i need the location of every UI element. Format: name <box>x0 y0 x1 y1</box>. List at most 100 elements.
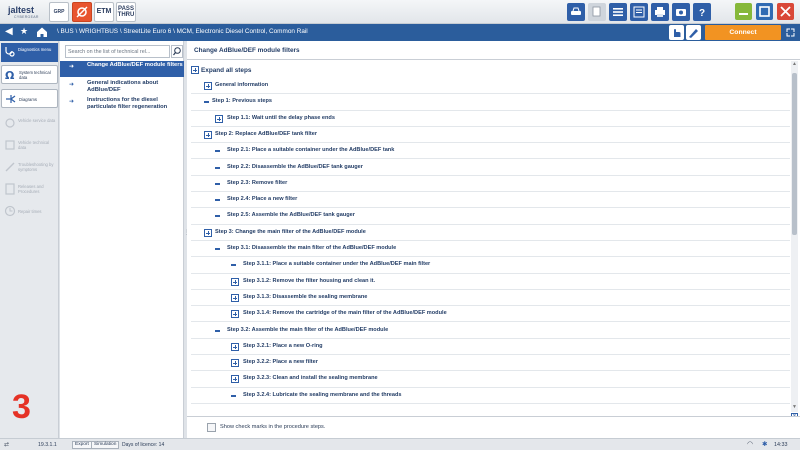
rail-item-vehicle-service-data: Vehicle service data <box>1 114 58 133</box>
expand-plus-icon[interactable] <box>231 293 239 302</box>
step-label: Step 1.1: Wait until the delay phase end… <box>227 114 335 121</box>
collapse-dash-icon[interactable] <box>215 182 220 185</box>
document-item[interactable]: ➜ General indications about AdBlue/DEF <box>60 79 184 95</box>
procedure-step[interactable]: General information <box>191 78 790 95</box>
home-icon[interactable] <box>36 26 48 40</box>
expand-plus-icon[interactable] <box>231 359 239 368</box>
procedure-step[interactable]: Step 3.2.3: Clean and install the sealin… <box>191 371 790 388</box>
jaltest-logo: jaltest CYBERGEAR <box>4 3 46 21</box>
search-input[interactable] <box>68 47 168 57</box>
procedure-step[interactable]: Step 1.1: Wait until the delay phase end… <box>191 111 790 127</box>
step-label: Step 3.1.2: Remove the filter housing an… <box>243 277 376 284</box>
expand-plus-icon[interactable] <box>231 277 239 286</box>
document-item[interactable]: ➜ Change AdBlue/DEF module filters <box>60 61 184 77</box>
wrench-icon <box>76 6 88 18</box>
procedure-step[interactable]: Step 2.1: Place a suitable container und… <box>191 143 790 160</box>
collapse-dash-icon[interactable] <box>204 101 209 104</box>
procedure-step[interactable]: Step 3.1.1: Place a suitable container u… <box>191 257 790 274</box>
logo-subtext: CYBERGEAR <box>14 15 39 19</box>
document-list-button[interactable] <box>630 3 648 21</box>
export-button[interactable]: Export <box>72 441 92 449</box>
rail-item-system-technical-data[interactable]: Ω System technical data <box>1 65 58 84</box>
expand-plus-icon[interactable] <box>204 228 212 237</box>
list-icon <box>613 8 623 16</box>
fullscreen-arrows-icon[interactable] <box>786 28 795 37</box>
list-button[interactable] <box>609 3 627 21</box>
print-button[interactable] <box>651 3 669 21</box>
back-arrow-icon[interactable]: ◀ <box>5 27 13 37</box>
expand-plus-icon[interactable] <box>204 130 212 139</box>
clock: 14:33 <box>774 442 788 448</box>
collapse-dash-icon[interactable] <box>215 166 220 169</box>
show-checkmarks-checkbox[interactable] <box>207 423 216 432</box>
vertical-scrollbar[interactable]: ▲ ▼ <box>791 61 798 412</box>
procedure-panel: Change AdBlue/DEF module filters Expand … <box>187 41 800 438</box>
expand-plus-icon[interactable] <box>231 375 239 384</box>
tools-module-button[interactable] <box>72 2 92 22</box>
camera-button[interactable] <box>672 3 690 21</box>
expand-plus-icon[interactable] <box>231 310 239 319</box>
licence-days: Days of licence: 14 <box>122 442 165 448</box>
collapse-dash-icon[interactable] <box>215 150 220 153</box>
collapse-dash-icon[interactable] <box>215 215 220 218</box>
connect-button[interactable]: Connect <box>705 25 781 40</box>
expand-plus-icon[interactable] <box>231 342 239 351</box>
help-button[interactable]: ? <box>693 3 711 21</box>
rail-item-diagnostics-menu[interactable]: Diagnostics menu <box>1 43 58 62</box>
expand-plus-icon[interactable] <box>204 82 212 90</box>
document-item[interactable]: ➜ Instructions for the diesel particulat… <box>60 96 184 118</box>
navigation-bar: ◀ ★ \ BUS \ WRIGHTBUS \ StreetLite Euro … <box>0 24 800 41</box>
bluetooth-icon: ✱ <box>762 441 768 448</box>
wifi-icon: ◠ <box>747 441 754 448</box>
search-button[interactable] <box>171 45 183 58</box>
expand-all-steps[interactable]: Expand all steps <box>191 66 251 77</box>
procedure-step[interactable]: Step 3.1.4: Remove the cartridge of the … <box>191 306 790 323</box>
hand-pointer-button[interactable] <box>669 25 684 40</box>
procedure-step[interactable]: Step 3.1.2: Remove the filter housing an… <box>191 274 790 290</box>
collapse-dash-icon[interactable] <box>231 394 236 397</box>
procedure-step[interactable]: Step 3.2.2: Place a new filter <box>191 355 790 372</box>
collapse-dash-icon[interactable] <box>215 329 220 332</box>
minimize-button[interactable] <box>735 3 752 20</box>
hand-edit-icon <box>689 29 698 38</box>
rail-item-diagrams[interactable]: Diagrams <box>1 89 58 108</box>
etm-module-button[interactable]: ETM <box>94 2 114 22</box>
rail-item-troubleshooting: Troubleshooting by symptoms <box>1 158 58 177</box>
car-wash-button[interactable] <box>567 3 585 21</box>
procedure-step[interactable]: Step 3.2.4: Lubricate the sealing membra… <box>191 388 790 404</box>
collapse-dash-icon[interactable] <box>215 248 220 250</box>
procedure-step[interactable]: Step 3.2.1: Place a new O-ring <box>191 339 790 356</box>
close-window-button[interactable] <box>777 3 794 20</box>
procedure-step[interactable]: Step 3.1.3: Disassemble the sealing memb… <box>191 290 790 307</box>
favorites-star-icon[interactable]: ★ <box>20 26 28 37</box>
collapse-dash-icon[interactable] <box>231 264 236 267</box>
arrow-right-icon: ➜ <box>69 64 75 70</box>
procedure-step[interactable]: Step 3.2: Assemble the main filter of th… <box>191 323 790 339</box>
maximize-button[interactable] <box>756 3 773 20</box>
procedure-step[interactable]: Step 2.2: Disassemble the AdBlue/DEF tan… <box>191 160 790 176</box>
procedure-step[interactable]: Step 3: Change the main filter of the Ad… <box>191 225 790 241</box>
procedure-step[interactable]: Step 2.5: Assemble the AdBlue/DEF tank g… <box>191 208 790 225</box>
step-label: Step 3.2.2: Place a new filter <box>243 359 318 366</box>
procedure-step[interactable]: Step 2.4: Place a new filter <box>191 192 790 209</box>
scroll-up-icon[interactable]: ▲ <box>792 62 797 67</box>
procedure-step[interactable]: Step 2: Replace AdBlue/DEF tank filter <box>191 127 790 144</box>
stethoscope-icon <box>5 47 15 57</box>
hand-edit-button[interactable] <box>686 25 701 40</box>
scrollbar-thumb[interactable] <box>792 73 797 235</box>
procedure-step[interactable]: Step 3.1: Disassemble the main filter of… <box>191 241 790 258</box>
simulation-button[interactable]: Simulation <box>91 441 120 449</box>
step-label: Step 3.1.3: Disassemble the sealing memb… <box>243 293 368 300</box>
breadcrumb[interactable]: \ BUS \ WRIGHTBUS \ StreetLite Euro 6 \ … <box>57 28 308 35</box>
pass-thru-module-button[interactable]: PASS THRU <box>116 2 136 22</box>
scroll-down-icon[interactable]: ▼ <box>792 405 797 410</box>
procedure-step[interactable]: Step 2.3: Remove filter <box>191 176 790 193</box>
expand-plus-icon[interactable] <box>215 114 223 123</box>
search-field[interactable] <box>65 45 170 58</box>
logo-text: jaltest <box>8 5 35 15</box>
procedure-step[interactable]: Step 1: Previous steps <box>191 94 790 111</box>
rail-item-repair-times: Repair times <box>1 202 58 221</box>
grp-module-button[interactable]: GRP <box>49 2 69 22</box>
document-transfer-button[interactable] <box>588 3 606 21</box>
collapse-dash-icon[interactable] <box>215 199 220 202</box>
